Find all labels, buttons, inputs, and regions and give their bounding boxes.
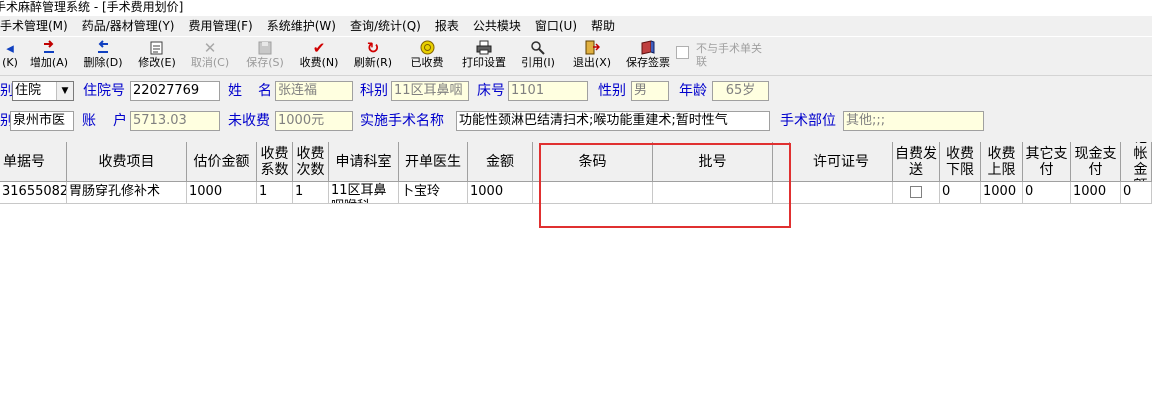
payer-type-field[interactable]: 泉州市医 [10,111,74,131]
delete-button[interactable]: 删除(D) [80,39,126,73]
cell-self-pay-send[interactable] [893,182,940,204]
window-title-bar: 手术麻醉管理系统 - [手术费用划价] [0,0,1152,16]
col-header-fee-item[interactable]: 收费项目 [67,142,187,182]
save-button[interactable]: 保存(S) [242,39,288,73]
uncharged-label: 未收费 [228,113,270,129]
uncharged-field[interactable]: 1000元 [275,111,353,131]
col-header-other-pay[interactable]: 其它支付 [1023,142,1071,182]
cell-license-no[interactable] [790,182,893,204]
refresh-icon: ↻ [366,38,380,57]
cancel-icon: ✕ [203,38,217,57]
surgery-name-field[interactable]: 功能性颈淋巴结清扫术;喉功能重建术;暂时性气 [456,111,770,131]
print-settings-button[interactable]: 打印设置 [458,39,510,73]
age-field[interactable]: 65岁 [712,81,769,101]
exit-door-icon [584,39,600,56]
cancel-button[interactable]: ✕ 取消(C) [187,39,233,73]
chevron-down-icon: ▼ [56,82,73,100]
age-label: 年龄 [679,83,707,99]
dept-label: 科别 [360,83,388,99]
bed-field[interactable]: 1101 [508,81,588,101]
col-header-fee-count[interactable]: 收费次数 [293,142,329,182]
reference-icon [530,39,546,56]
dept-field[interactable]: 11区耳鼻咽 [391,81,469,101]
refresh-button[interactable]: ↻ 刷新(R) [350,39,396,73]
cell-ordering-doctor[interactable]: 卜宝玲 [399,182,468,204]
reference-button[interactable]: 引用(I) [515,39,561,73]
cell-request-dept[interactable]: 11区耳鼻咽喉科 [329,182,399,204]
save-icon [258,39,272,56]
checkmark-icon: ✔ [312,38,326,57]
toolbar: ◂ (K) 增加(A) 删除(D) 修改(E) ✕ 取消(C) 保存(S) ✔ … [0,37,1152,76]
col-header-request-dept[interactable]: 申请科室 [329,142,399,182]
cell-amount[interactable]: 1000 [468,182,533,204]
cell-fee-coef[interactable]: 1 [257,182,293,204]
inpatient-no-field[interactable]: 22027769 [130,81,220,101]
surgery-site-label: 手术部位 [780,113,836,129]
cell-estimate[interactable]: 1000 [187,182,257,204]
bed-label: 床号 [477,83,505,99]
surgery-name-label: 实施手术名称 [360,113,444,129]
col-header-receipt-no[interactable]: 单据号 [0,142,67,182]
cell-fee-max[interactable]: 1000 [981,182,1023,204]
patient-info-form: 别 住院 ▼ 住院号 22027769 姓 名 张连福 科别 11区耳鼻咽 床号… [0,76,1152,142]
col-header-ordering-doctor[interactable]: 开单医生 [399,142,468,182]
menu-help[interactable]: 帮助 [584,17,622,35]
col-header-amount[interactable]: 金额 [468,142,533,182]
name-label-2: 名 [258,83,272,99]
account-label-1: 账 [82,113,96,129]
col-header-account-amount[interactable]: 记帐金额 [1121,142,1152,182]
surgery-site-field[interactable]: 其他;;; [843,111,984,131]
delete-row-icon [95,39,111,56]
menu-bar: 手术管理(M) 药品/器材管理(Y) 费用管理(F) 系统维护(W) 查询/统计… [0,16,1152,36]
highlight-annotation-box [539,143,791,228]
menu-reports[interactable]: 报表 [428,17,466,35]
unlink-surgery-checkbox[interactable] [676,46,689,59]
charged-button[interactable]: 已收费 [404,39,450,73]
col-header-cash-pay[interactable]: 现金支付 [1071,142,1121,182]
col-header-fee-max[interactable]: 收费上限 [981,142,1023,182]
unlink-surgery-checkbox-label: 不与手术单关联 [696,42,762,68]
edit-icon [149,39,165,56]
menu-drug-equipment[interactable]: 药品/器材管理(Y) [75,17,182,35]
menu-public-modules[interactable]: 公共模块 [466,17,528,35]
patient-name-field[interactable]: 张连福 [275,81,353,101]
account-balance-field[interactable]: 5713.03 [130,111,220,131]
menu-fee-management[interactable]: 费用管理(F) [181,17,259,35]
book-icon [640,39,656,56]
sex-field[interactable]: 男 [631,81,669,101]
menu-system-maintenance[interactable]: 系统维护(W) [260,17,343,35]
patient-type-select[interactable]: 住院 ▼ [12,81,74,101]
col-header-estimate[interactable]: 估价金额 [187,142,257,182]
cell-fee-item[interactable]: 胃肠穿孔修补术 [67,182,187,204]
col-header-self-pay-send[interactable]: 自费发送 [893,142,940,182]
self-pay-send-checkbox[interactable] [910,186,922,198]
menu-window[interactable]: 窗口(U) [528,17,584,35]
menu-surgery-management[interactable]: 手术管理(M) [0,17,75,35]
sex-label: 性别 [598,83,626,99]
col-header-license-no[interactable]: 许可证号 [790,142,893,182]
col-header-fee-coef[interactable]: 收费系数 [257,142,293,182]
inpatient-no-label: 住院号 [83,83,125,99]
add-row-icon [41,39,57,56]
exit-button[interactable]: 退出(X) [569,39,615,73]
save-sign-ticket-button[interactable]: 保存签票 [622,39,674,73]
col-header-fee-min[interactable]: 收费下限 [940,142,981,182]
printer-icon [476,39,492,56]
cell-account-amount[interactable]: 0 [1121,182,1152,204]
account-label-2: 户 [113,113,127,129]
cell-fee-count[interactable]: 1 [293,182,329,204]
name-label-1: 姓 [228,83,242,99]
charge-button[interactable]: ✔ 收费(N) [296,39,342,73]
first-record-button[interactable]: ◂ (K) [0,39,20,73]
add-button[interactable]: 增加(A) [26,39,72,73]
window-title: 手术麻醉管理系统 - [手术费用划价] [0,0,184,14]
cell-other-pay[interactable]: 0 [1023,182,1071,204]
cell-receipt-no[interactable]: 31655082 [0,182,67,204]
cell-fee-min[interactable]: 0 [940,182,981,204]
cell-cash-pay[interactable]: 1000 [1071,182,1121,204]
menu-query-statistics[interactable]: 查询/统计(Q) [343,17,428,35]
edit-button[interactable]: 修改(E) [134,39,180,73]
first-record-icon: ◂ [6,38,14,57]
charged-coin-icon [420,39,435,56]
